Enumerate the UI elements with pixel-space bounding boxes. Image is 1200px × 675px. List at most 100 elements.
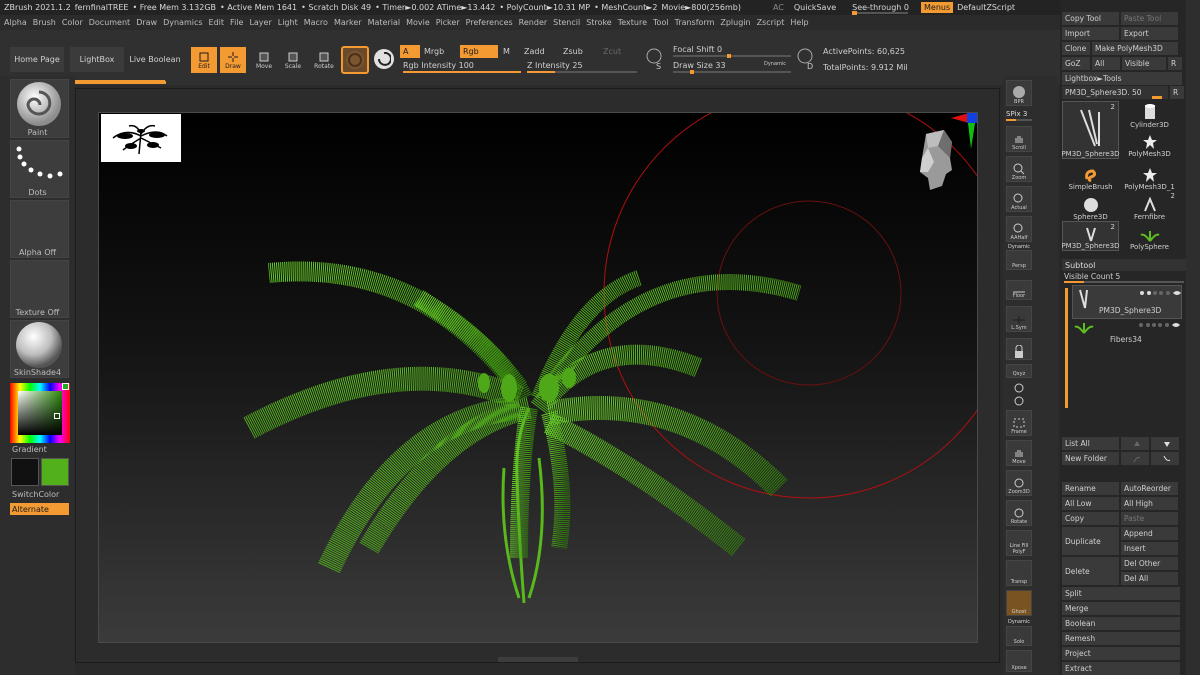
scale-button[interactable]: Scale bbox=[282, 47, 304, 73]
menu-zplugin[interactable]: Zplugin bbox=[720, 18, 750, 27]
del-other-button[interactable]: Del Other bbox=[1121, 557, 1178, 570]
paste-tool-button[interactable]: Paste Tool bbox=[1121, 12, 1178, 25]
scroll-button[interactable]: Scroll bbox=[1006, 126, 1032, 152]
rotate-view-button[interactable]: Rotate bbox=[1006, 500, 1032, 526]
zoom-button[interactable]: Zoom bbox=[1006, 156, 1032, 182]
subtool-item-active[interactable]: PM3D_Sphere3D bbox=[1072, 285, 1182, 319]
lightbox-button[interactable]: LightBox bbox=[70, 47, 124, 72]
merge-button[interactable]: Merge bbox=[1062, 602, 1180, 615]
home-page-button[interactable]: Home Page bbox=[10, 47, 64, 72]
menu-zscript[interactable]: Zscript bbox=[757, 18, 785, 27]
solo-button[interactable]: Solo bbox=[1006, 626, 1032, 646]
tool-pm3d-sphere[interactable]: PM3D_Sphere3D 2 bbox=[1061, 101, 1120, 159]
menu-texture[interactable]: Texture bbox=[618, 18, 647, 27]
transp-button[interactable]: Transp bbox=[1006, 560, 1032, 586]
tool-sphere3d[interactable]: Sphere3D bbox=[1062, 191, 1119, 221]
texture-swirl-icon[interactable] bbox=[374, 49, 394, 69]
edit-button[interactable]: Edit bbox=[191, 47, 217, 73]
primary-color-swatch[interactable] bbox=[41, 458, 69, 486]
goz-button[interactable]: GoZ bbox=[1062, 57, 1090, 70]
lightbox-tools-button[interactable]: Lightbox►Tools bbox=[1062, 72, 1182, 85]
extract-button[interactable]: Extract bbox=[1062, 662, 1180, 675]
gradient-label[interactable]: Gradient bbox=[12, 445, 72, 454]
secondary-color-swatch[interactable] bbox=[11, 458, 39, 486]
zsub-toggle[interactable]: Zsub bbox=[563, 45, 593, 58]
tray-scrollbar[interactable] bbox=[1186, 0, 1200, 675]
color-marker[interactable] bbox=[54, 413, 60, 419]
document-canvas[interactable] bbox=[98, 112, 978, 643]
goz-visible-button[interactable]: Visible bbox=[1122, 57, 1166, 70]
d-button[interactable]: D bbox=[796, 47, 816, 71]
menu-brush[interactable]: Brush bbox=[33, 18, 56, 27]
zoom3d-button[interactable]: Zoom3D bbox=[1006, 470, 1032, 496]
live-boolean-button[interactable]: Live Boolean bbox=[128, 47, 182, 72]
duplicate-button[interactable]: Duplicate bbox=[1062, 527, 1119, 555]
xpose-button[interactable]: Xpose bbox=[1006, 650, 1032, 672]
focal-shift-slider[interactable]: Focal Shift 0 bbox=[673, 45, 791, 58]
quicksave-button[interactable]: QuickSave bbox=[794, 3, 836, 12]
see-through-slider[interactable]: See-through 0 bbox=[852, 3, 909, 15]
menu-edit[interactable]: Edit bbox=[209, 18, 225, 27]
split-button[interactable]: Split bbox=[1062, 587, 1180, 600]
tool-pm3d-sphere-2[interactable]: PM3D_Sphere3D 2 bbox=[1061, 221, 1120, 251]
del-all-button[interactable]: Del All bbox=[1121, 572, 1178, 585]
tool-polysphere[interactable]: PolySphere bbox=[1121, 221, 1178, 251]
dynamic-label[interactable]: Dynamic bbox=[764, 61, 786, 67]
persp-button[interactable]: Persp bbox=[1006, 250, 1032, 270]
boolean-button[interactable]: Boolean bbox=[1062, 617, 1180, 630]
menu-macro[interactable]: Macro bbox=[304, 18, 328, 27]
move-view-button[interactable]: Move bbox=[1006, 440, 1032, 466]
all-high-button[interactable]: All High bbox=[1121, 497, 1178, 510]
menu-tool[interactable]: Tool bbox=[653, 18, 669, 27]
arrow-up-button[interactable] bbox=[1121, 437, 1149, 450]
subtool-header[interactable]: Subtool bbox=[1062, 259, 1198, 271]
switchcolor-button[interactable]: SwitchColor bbox=[12, 490, 72, 499]
lock-button[interactable] bbox=[1006, 338, 1032, 360]
m-toggle[interactable]: M bbox=[503, 45, 515, 58]
color-picker[interactable] bbox=[10, 383, 70, 443]
tool-r-button[interactable]: R bbox=[1170, 86, 1184, 99]
ghost-button[interactable]: Ghost bbox=[1006, 590, 1032, 616]
menu-preferences[interactable]: Preferences bbox=[466, 18, 513, 27]
menu-material[interactable]: Material bbox=[368, 18, 401, 27]
copy-button[interactable]: Copy bbox=[1062, 512, 1119, 525]
hue-marker[interactable] bbox=[62, 383, 69, 390]
menu-document[interactable]: Document bbox=[89, 18, 130, 27]
aahalf-button[interactable]: AAHalf bbox=[1006, 216, 1032, 242]
menu-stencil[interactable]: Stencil bbox=[553, 18, 580, 27]
menu-help[interactable]: Help bbox=[790, 18, 808, 27]
tool-slider[interactable]: PM3D_Sphere3D. 50 bbox=[1062, 86, 1168, 99]
delete-button[interactable]: Delete bbox=[1062, 557, 1119, 585]
export-button[interactable]: Export bbox=[1121, 27, 1178, 40]
floor-button[interactable]: Floor bbox=[1006, 280, 1032, 300]
zadd-toggle[interactable]: Zadd bbox=[524, 45, 554, 58]
mrgb-toggle[interactable]: Mrgb bbox=[424, 45, 454, 58]
tool-simplebrush[interactable]: SimpleBrush bbox=[1062, 161, 1119, 191]
menu-dynamics[interactable]: Dynamics bbox=[163, 18, 202, 27]
rgb-intensity-slider[interactable]: Rgb Intensity 100 bbox=[403, 61, 521, 73]
menu-alpha[interactable]: Alpha bbox=[4, 18, 27, 27]
menu-layer[interactable]: Layer bbox=[249, 18, 271, 27]
subtool-item-fibers34[interactable]: Fibers34 bbox=[1072, 321, 1182, 347]
material-button[interactable] bbox=[341, 46, 369, 74]
lsym-button[interactable]: L.Sym bbox=[1006, 306, 1032, 332]
menu-stroke[interactable]: Stroke bbox=[586, 18, 612, 27]
tool-cylinder3d[interactable]: Cylinder3D bbox=[1121, 101, 1178, 129]
move-button[interactable]: Move bbox=[253, 47, 275, 73]
rotate-y-icon[interactable] bbox=[1012, 381, 1026, 395]
move-up-button[interactable] bbox=[1121, 452, 1149, 465]
clone-button[interactable]: Clone bbox=[1062, 42, 1090, 55]
frame-button[interactable]: Frame bbox=[1006, 410, 1032, 436]
new-folder-button[interactable]: New Folder bbox=[1062, 452, 1119, 465]
tool-polymesh3d-1[interactable]: PolyMesh3D_1 bbox=[1121, 161, 1178, 191]
bpr-button[interactable]: BPR bbox=[1006, 80, 1032, 106]
qxyz-button[interactable]: Qxyz bbox=[1006, 364, 1032, 378]
rgb-toggle[interactable]: Rgb bbox=[460, 45, 498, 58]
rename-button[interactable]: Rename bbox=[1062, 482, 1119, 495]
menu-file[interactable]: File bbox=[230, 18, 243, 27]
menu-movie[interactable]: Movie bbox=[406, 18, 430, 27]
menus-button[interactable]: Menus bbox=[921, 2, 954, 13]
import-button[interactable]: Import bbox=[1062, 27, 1119, 40]
menu-transform[interactable]: Transform bbox=[675, 18, 715, 27]
rotate-z-icon[interactable] bbox=[1012, 394, 1026, 408]
